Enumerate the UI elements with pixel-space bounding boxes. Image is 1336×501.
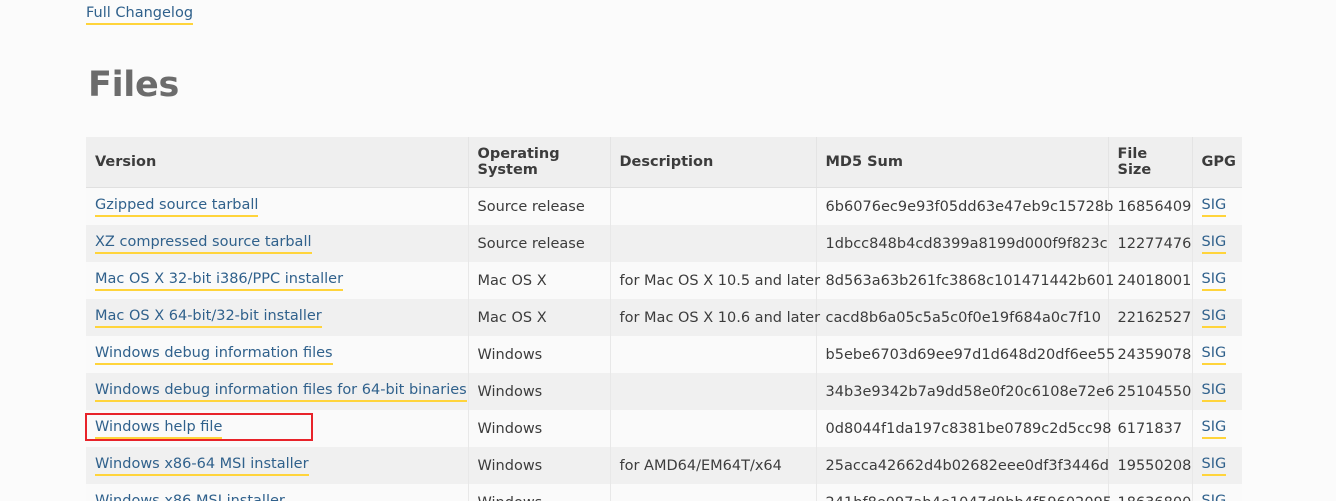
cell-md5-sum: 241bf8e097ab4e1047d9bb4f59602095 [816,484,1108,501]
column-header-description: Description [610,137,816,188]
gpg-signature-link[interactable]: SIG [1202,492,1227,501]
cell-description: for AMD64/EM64T/x64 [610,447,816,484]
cell-md5-sum: cacd8b6a05c5a5c0f0e19f684a0c7f10 [816,299,1108,336]
cell-file-size: 24359078 [1108,336,1192,373]
cell-operating-system: Mac OS X [468,262,610,299]
column-header-os: Operating System [468,137,610,188]
version-download-link[interactable]: Mac OS X 32-bit i386/PPC installer [95,270,343,291]
page-title: Files [88,64,179,106]
cell-gpg: SIG [1192,447,1242,484]
cell-description [610,373,816,410]
version-download-link[interactable]: Windows x86 MSI installer [95,492,285,501]
table-row: Windows debug information files Windows b5… [86,336,1242,373]
table-row: Windows debug information files for 64-b… [86,373,1242,410]
cell-md5-sum: 25acca42662d4b02682eee0df3f3446d [816,447,1108,484]
gpg-signature-link[interactable]: SIG [1202,196,1227,217]
files-table-body: Gzipped source tarball Source release 6b60… [86,188,1242,501]
files-table-wrap: Version Operating System Description MD5… [86,137,1242,501]
column-header-filesize: File Size [1108,137,1192,188]
files-table-head: Version Operating System Description MD5… [86,137,1242,188]
cell-md5-sum: 6b6076ec9e93f05dd63e47eb9c15728b [816,188,1108,226]
cell-gpg: SIG [1192,373,1242,410]
cell-gpg: SIG [1192,188,1242,226]
table-row: XZ compressed source tarball Source relea… [86,225,1242,262]
column-header-version: Version [86,137,468,188]
table-row: Windows x86 MSI installer Windows 241bf8e0… [86,484,1242,501]
cell-md5-sum: 34b3e9342b7a9dd58e0f20c6108e72e6 [816,373,1108,410]
cell-operating-system: Windows [468,336,610,373]
cell-file-size: 24018001 [1108,262,1192,299]
cell-md5-sum: 8d563a63b261fc3868c101471442b601 [816,262,1108,299]
full-changelog-link[interactable]: Full Changelog [86,4,193,25]
cell-gpg: SIG [1192,484,1242,501]
cell-version: Windows x86-64 MSI installer [86,447,468,484]
version-download-link[interactable]: XZ compressed source tarball [95,233,312,254]
gpg-signature-link[interactable]: SIG [1202,233,1227,254]
changelog-link-wrap: Full Changelog [86,2,193,25]
version-download-link[interactable]: Gzipped source tarball [95,196,258,217]
table-row: Mac OS X 32-bit i386/PPC installer Mac OS… [86,262,1242,299]
cell-version: Windows debug information files for 64-b… [86,373,468,410]
version-download-link[interactable]: Windows x86-64 MSI installer [95,455,309,476]
gpg-signature-link[interactable]: SIG [1202,418,1227,439]
column-header-md5: MD5 Sum [816,137,1108,188]
cell-operating-system: Windows [468,447,610,484]
cell-md5-sum: b5ebe6703d69ee97d1d648d20df6ee55 [816,336,1108,373]
cell-description: for Mac OS X 10.6 and later [610,299,816,336]
cell-version: Gzipped source tarball [86,188,468,226]
cell-file-size: 25104550 [1108,373,1192,410]
cell-gpg: SIG [1192,262,1242,299]
cell-file-size: 22162527 [1108,299,1192,336]
cell-file-size: 6171837 [1108,410,1192,447]
cell-version: Mac OS X 64-bit/32-bit installer [86,299,468,336]
cell-md5-sum: 1dbcc848b4cd8399a8199d000f9f823c [816,225,1108,262]
cell-operating-system: Windows [468,484,610,501]
column-header-gpg: GPG [1192,137,1242,188]
cell-gpg: SIG [1192,299,1242,336]
table-row: Windows help file Windows 0d8044f1da197c83… [86,410,1242,447]
cell-file-size: 18636800 [1108,484,1192,501]
downloads-files-page: Full Changelog Files Version Operating S… [0,0,1336,501]
cell-operating-system: Windows [468,410,610,447]
gpg-signature-link[interactable]: SIG [1202,381,1227,402]
cell-file-size: 12277476 [1108,225,1192,262]
cell-version: XZ compressed source tarball [86,225,468,262]
cell-version: Windows x86 MSI installer [86,484,468,501]
cell-operating-system: Source release [468,225,610,262]
cell-file-size: 16856409 [1108,188,1192,226]
cell-gpg: SIG [1192,225,1242,262]
table-row: Gzipped source tarball Source release 6b60… [86,188,1242,226]
cell-gpg: SIG [1192,336,1242,373]
cell-file-size: 19550208 [1108,447,1192,484]
cell-description: for Mac OS X 10.5 and later [610,262,816,299]
cell-description [610,225,816,262]
cell-md5-sum: 0d8044f1da197c8381be0789c2d5cc98 [816,410,1108,447]
cell-operating-system: Mac OS X [468,299,610,336]
gpg-signature-link[interactable]: SIG [1202,344,1227,365]
cell-version: Mac OS X 32-bit i386/PPC installer [86,262,468,299]
files-table: Version Operating System Description MD5… [86,137,1242,501]
cell-description [610,336,816,373]
gpg-signature-link[interactable]: SIG [1202,307,1227,328]
table-row: Mac OS X 64-bit/32-bit installer Mac OS X… [86,299,1242,336]
cell-gpg: SIG [1192,410,1242,447]
version-download-link[interactable]: Mac OS X 64-bit/32-bit installer [95,307,322,328]
table-row: Windows x86-64 MSI installer Windowsfor A… [86,447,1242,484]
cell-operating-system: Windows [468,373,610,410]
table-header-row: Version Operating System Description MD5… [86,137,1242,188]
cell-version: Windows help file [86,410,468,447]
version-download-link[interactable]: Windows help file [95,418,222,439]
cell-operating-system: Source release [468,188,610,226]
cell-version: Windows debug information files [86,336,468,373]
gpg-signature-link[interactable]: SIG [1202,270,1227,291]
cell-description [610,188,816,226]
version-download-link[interactable]: Windows debug information files for 64-b… [95,381,467,402]
version-download-link[interactable]: Windows debug information files [95,344,333,365]
gpg-signature-link[interactable]: SIG [1202,455,1227,476]
cell-description [610,484,816,501]
cell-description [610,410,816,447]
